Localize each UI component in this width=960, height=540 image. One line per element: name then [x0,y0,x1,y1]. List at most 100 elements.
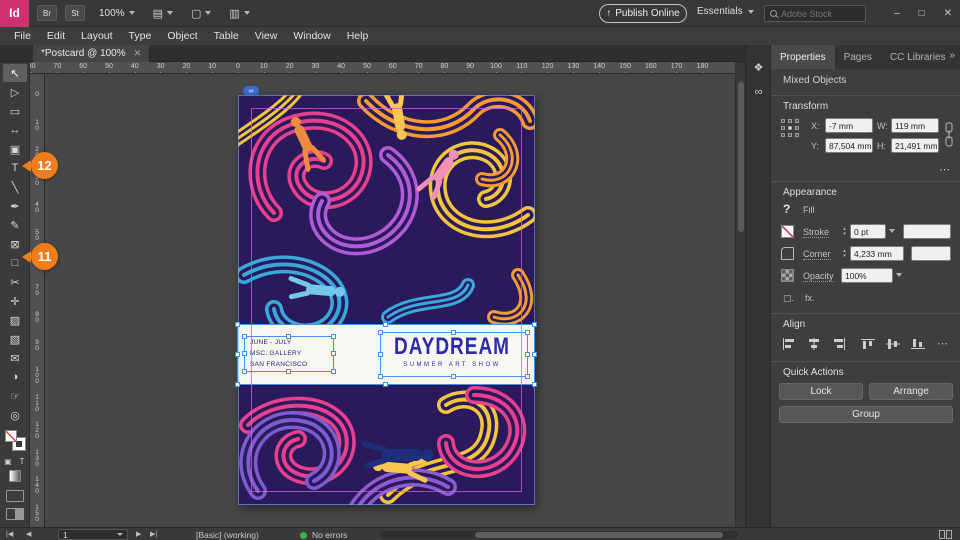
menu-file[interactable]: File [6,30,39,42]
selection-handle[interactable] [451,330,456,335]
corner-shape-dropdown[interactable] [911,246,951,261]
stroke-weight-field[interactable]: 0 pt [850,224,886,239]
selection-handle[interactable] [378,352,383,357]
mask-options-icon[interactable]: ▢. [783,293,794,304]
maximize-button[interactable]: □ [919,8,925,19]
arrange-button[interactable]: Arrange [869,383,953,400]
workspace-switcher[interactable]: Essentials [697,6,754,17]
transform-more-options-icon[interactable]: ⋯ [939,163,951,176]
reference-point-proxy[interactable] [781,119,801,139]
corner-radius-field[interactable]: 4,233 mm [850,246,904,261]
fill-swatch[interactable] [5,430,17,442]
selection-handle[interactable] [532,322,537,327]
stock-search-field[interactable] [764,5,866,22]
zoom-tool[interactable]: ◎ [3,406,27,424]
search-input[interactable] [781,9,855,19]
stroke-type-dropdown[interactable] [903,224,951,239]
effects-fx-icon[interactable]: fx. [805,293,815,303]
opacity-label[interactable]: Opacity [803,271,834,282]
normal-view-mode-button[interactable] [6,490,24,502]
collapse-panels-icon[interactable]: » [949,50,955,61]
gradient-swatch-tool[interactable]: ▨ [3,311,27,329]
screen-mode-dropdown[interactable]: ▢ [191,7,211,20]
selection-handle[interactable] [235,352,240,357]
zoom-level-dropdown[interactable]: 100% [99,8,135,19]
last-page-button[interactable]: ▶| [150,530,157,538]
selection-tool[interactable]: ↖ [3,64,27,82]
vertical-scrollbar[interactable] [735,74,745,527]
tab-properties[interactable]: Properties [771,45,835,69]
selection-handle[interactable] [532,352,537,357]
fill-mixed-swatch[interactable]: ? [783,202,790,216]
pasteboard[interactable]: ∞ [45,74,735,527]
direct-selection-tool[interactable]: ▷ [3,83,27,101]
document-tab[interactable]: *Postcard @ 100% ✕ [33,45,150,62]
horizontal-ruler[interactable]: 8070605040302010010203040506070809010011… [30,62,735,74]
selection-handle[interactable] [242,351,247,356]
gradient-feather-tool[interactable]: ▧ [3,330,27,348]
selection-handle[interactable] [242,334,247,339]
align-center-horizontal-button[interactable] [804,335,824,352]
page-number-dropdown[interactable]: 1 [58,529,128,540]
formatting-affects-container-button[interactable]: ▣ [2,456,14,467]
publish-online-button[interactable]: ↑ Publish Online [599,4,687,23]
formatting-affects-text-button[interactable]: T [16,456,28,467]
corner-radius-stepper[interactable] [841,246,848,261]
selection-handle[interactable] [383,322,388,327]
pen-tool[interactable]: ✒ [3,197,27,215]
selection-handle[interactable] [235,322,240,327]
view-options-dropdown[interactable]: ▤ [153,7,173,20]
links-panel-icon[interactable]: ∞ [750,83,767,100]
selection-frame-title[interactable] [380,332,528,377]
align-left-button[interactable] [779,335,799,352]
stroke-none-swatch[interactable] [781,225,794,238]
menu-layout[interactable]: Layout [73,30,121,42]
selection-handle[interactable] [286,369,291,374]
note-tool[interactable]: ✉ [3,349,27,367]
bridge-button[interactable]: Br [37,5,57,21]
menu-table[interactable]: Table [206,30,247,42]
vertical-ruler[interactable]: 01 02 03 04 05 06 07 08 09 01 0 01 1 01 … [30,74,45,527]
apply-gradient-button[interactable] [9,470,21,482]
selection-handle[interactable] [525,352,530,357]
preflight-profile-dropdown[interactable]: [Basic] (working) [196,530,259,540]
opacity-dropdown[interactable]: 100% [841,268,893,283]
selection-handle[interactable] [235,382,240,387]
adobe-stock-button[interactable]: St [65,5,85,21]
selection-handle[interactable] [331,351,336,356]
corner-label[interactable]: Corner [803,249,831,260]
selection-handle[interactable] [532,382,537,387]
page[interactable]: JUNE - JULY MSC. GALLERY SAN FRANCISCO D… [238,95,535,505]
spread-view-icon[interactable] [939,530,952,539]
menu-window[interactable]: Window [285,30,338,42]
close-icon[interactable]: ✕ [134,48,142,59]
selection-handle[interactable] [331,369,336,374]
screen-mode-button[interactable] [6,508,24,520]
close-button[interactable]: ✕ [944,8,952,19]
x-field[interactable]: -7 mm [825,118,873,133]
menu-type[interactable]: Type [121,30,160,42]
hand-tool[interactable]: ☞ [3,387,27,405]
selection-handle[interactable] [242,369,247,374]
selection-handle[interactable] [451,374,456,379]
previous-page-button[interactable]: ◀ [26,530,31,538]
align-bottom-button[interactable] [908,335,928,352]
content-collector-tool[interactable]: ▣ [3,140,27,158]
menu-help[interactable]: Help [339,30,377,42]
selection-frame-info-text[interactable] [244,336,334,372]
group-button[interactable]: Group [779,406,953,423]
h-field[interactable]: 21,491 mm [891,138,939,153]
stroke-label[interactable]: Stroke [803,227,829,238]
selection-handle[interactable] [525,374,530,379]
arrange-documents-dropdown[interactable]: ▥ [229,7,249,20]
first-page-button[interactable]: |◀ [6,530,13,538]
selection-handle[interactable] [383,382,388,387]
selection-handle[interactable] [378,330,383,335]
menu-edit[interactable]: Edit [39,30,73,42]
minimize-button[interactable]: – [894,8,900,19]
chevron-down-icon[interactable] [889,229,895,236]
horizontal-scrollbar[interactable] [380,531,738,539]
free-transform-tool[interactable]: ✛ [3,292,27,310]
line-tool[interactable]: ╲ [3,178,27,196]
w-field[interactable]: 119 mm [891,118,939,133]
